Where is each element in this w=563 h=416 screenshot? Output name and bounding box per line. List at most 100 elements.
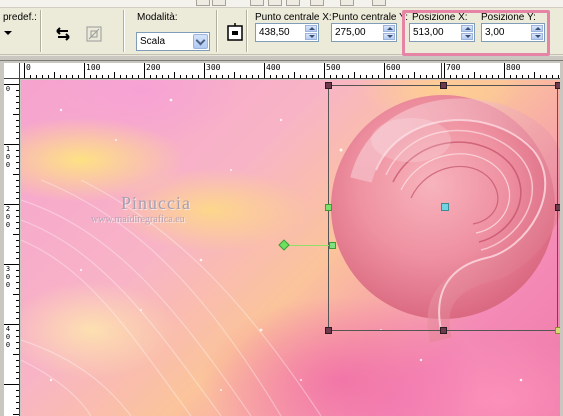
reset-button[interactable] [52,23,74,45]
strip-button[interactable] [310,0,324,6]
ruler-tick [270,75,271,78]
ruler-tick [480,75,481,78]
center-x-input[interactable]: 438,50 [255,23,319,42]
chevron-down-icon[interactable] [193,34,208,49]
center-y-spinner[interactable] [383,25,395,40]
ruler-tick [282,75,283,78]
move-selection-icon [227,23,243,41]
ruler-tick [16,162,19,163]
ruler-tick [13,354,19,355]
ruler-tick [60,75,61,78]
pivot-point-handle[interactable] [441,203,449,211]
ruler-tick [522,75,523,78]
center-y-input[interactable]: 275,00 [331,23,397,42]
ruler-tick [324,63,325,78]
ruler-label: 4 [5,325,11,333]
ruler-tick [16,186,19,187]
handle-bottom-right[interactable] [555,327,560,334]
preset-dropdown-icon[interactable] [4,31,12,35]
mode-select-value: Scala [140,36,166,47]
mode-label: Modalità: [137,12,178,23]
ruler-tick [144,63,145,78]
ruler-tick [16,336,19,337]
rotation-arm [284,245,331,246]
ruler-tick [102,75,103,78]
ruler-tick [90,75,91,78]
ruler-tick [16,270,19,271]
strip-button[interactable] [212,0,226,6]
ruler-tick [234,72,235,78]
ruler-label: 200 [146,63,161,72]
handle-bottom-left[interactable] [325,327,332,334]
ruler-tick [156,75,157,78]
ruler-tick [468,75,469,78]
mode-select[interactable]: Scala [136,32,210,51]
ruler-tick [16,252,19,253]
ruler-tick [276,75,277,78]
handle-top-middle[interactable] [440,82,447,89]
ruler-tick [48,75,49,78]
rotation-anchor[interactable] [329,242,336,249]
ruler-tick [384,63,385,78]
ruler-tick [16,372,19,373]
spin-down-icon[interactable] [305,33,317,40]
ruler-tick [16,96,19,97]
strip-button[interactable] [268,0,282,6]
ruler-label: 1 [5,145,11,153]
ruler-tick [16,156,19,157]
ruler-position-marker [441,63,442,78]
ruler-tick [4,204,19,205]
horizontal-ruler: 0 100 200 300 400 500 600 700 800 [20,63,560,79]
watermark-text: Pinuccia [121,193,191,213]
ruler-tick [330,75,331,78]
ruler-label: 0 [5,161,11,169]
ruler-tick [360,75,361,78]
strip-button[interactable] [372,0,386,6]
handle-bottom-middle[interactable] [440,327,447,334]
ruler-tick [108,75,109,78]
ruler-tick [174,72,175,78]
ruler-tick [16,102,19,103]
ruler-tick [16,366,19,367]
ruler-tick [198,75,199,78]
preset-label: predef.: [3,12,37,23]
ruler-label: 0 [5,333,11,341]
handle-middle-left[interactable] [325,204,332,211]
ruler-tick [16,120,19,121]
ruler-tick [16,300,19,301]
ruler-tick [510,75,511,78]
strip-button[interactable] [250,0,264,6]
ruler-label: 700 [446,63,461,72]
image-canvas[interactable]: Pinuccia www.maidiregrafica.eu [21,80,560,416]
handle-top-right[interactable] [555,82,560,89]
ruler-tick [16,90,19,91]
center-x-spinner[interactable] [305,25,317,40]
handle-top-left[interactable] [325,82,332,89]
center-x-value: 438,50 [259,27,290,38]
free-transform-button[interactable] [83,23,105,45]
ruler-tick [13,234,19,235]
ruler-label: 0 [5,341,11,349]
ruler-tick [540,75,541,78]
ruler-tick [168,75,169,78]
ruler-tick [16,276,19,277]
ruler-tick [462,75,463,78]
ruler-tick [402,75,403,78]
spin-up-icon[interactable] [305,25,317,32]
ruler-tick [150,75,151,78]
ruler-tick [450,75,451,78]
move-selection-button[interactable] [224,22,246,44]
ruler-label: 0 [5,85,11,93]
spin-up-icon[interactable] [383,25,395,32]
ruler-tick [16,408,19,409]
ruler-tick [306,75,307,78]
ruler-label: 0 [5,273,11,281]
ruler-tick [16,240,19,241]
strip-button[interactable] [196,0,210,6]
spin-down-icon[interactable] [383,33,395,40]
strip-button[interactable] [286,0,300,6]
handle-middle-right[interactable] [555,204,560,211]
ruler-tick [342,75,343,78]
ruler-tick [558,75,559,78]
strip-button[interactable] [340,0,354,6]
